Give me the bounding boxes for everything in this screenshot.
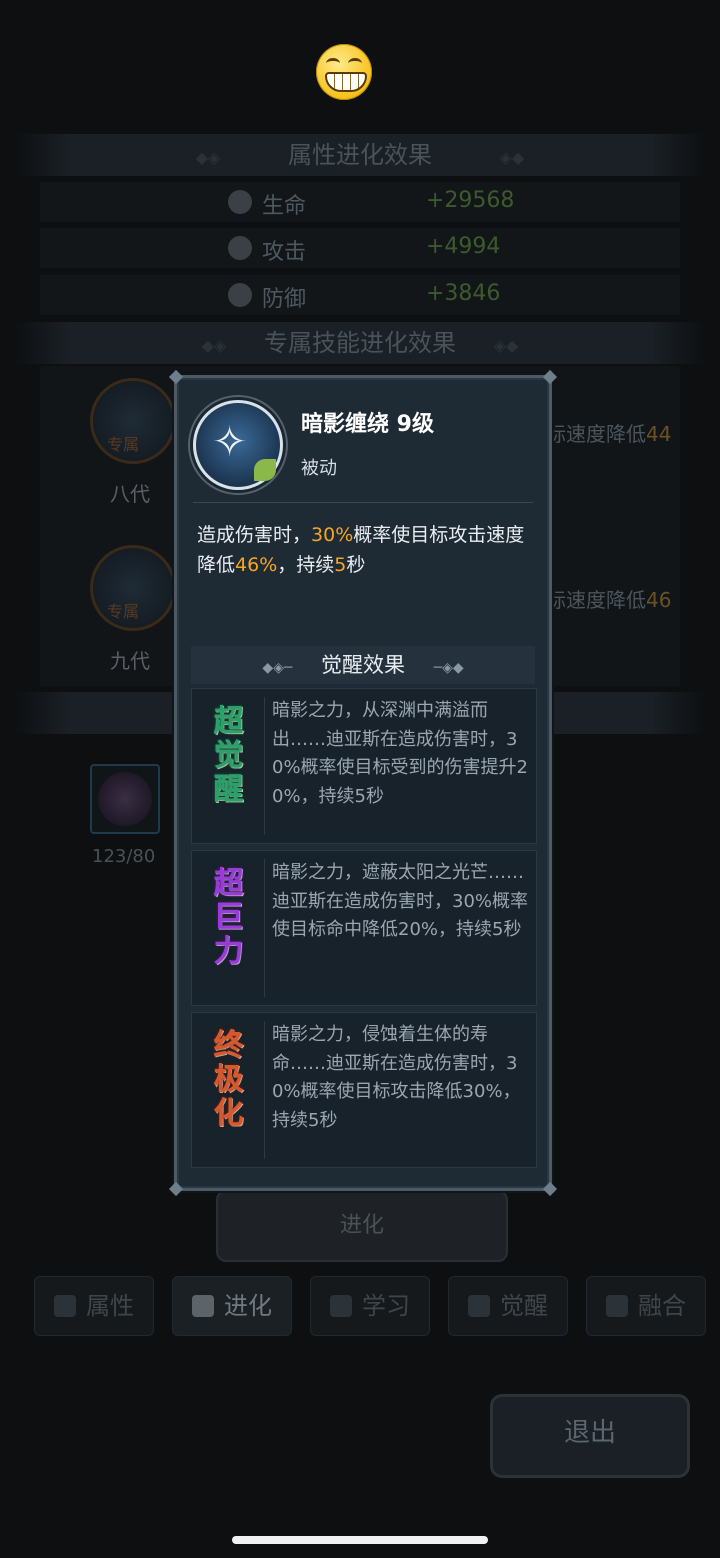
gen-label: 八代 (110, 482, 150, 506)
evolve-arrow-icon (192, 1295, 214, 1317)
awaken-badge: 终极化 (213, 1028, 244, 1131)
skill-name: 暗影缠绕 9级 (301, 412, 434, 437)
tab-attributes[interactable]: 属性 (34, 1276, 154, 1336)
awaken-badge: 超巨力 (213, 866, 244, 969)
stat-row-defense: 防御 +3846 (40, 275, 680, 315)
exit-button[interactable]: 退出 (490, 1394, 690, 1478)
stat-label: 攻击 (262, 240, 307, 265)
awaken-effect-header: ◆◈─ 觉醒效果 ─◈◆ (191, 646, 535, 684)
skill-row-text: 标速度降低44 (546, 422, 672, 446)
stat-label: 生命 (262, 194, 307, 219)
awaken-wolf-icon (468, 1295, 490, 1317)
tab-evolve[interactable]: 进化 (172, 1276, 292, 1336)
material-icon (98, 772, 152, 826)
awaken-badge: 超觉醒 (213, 704, 244, 807)
evolve-button[interactable]: 进化 (216, 1190, 508, 1262)
divider (193, 502, 533, 503)
wolf-icon: ✧ (212, 417, 248, 466)
awaken-item-ultimate: 终极化 暗影之力，侵蚀着生体的寿命……迪亚斯在造成伤害时，30%概率使目标攻击降… (191, 1012, 537, 1168)
tab-awaken[interactable]: 觉醒 (448, 1276, 568, 1336)
material-count: 123/80 (92, 846, 156, 867)
awaken-text: 暗影之力，从深渊中满溢而出……迪亚斯在造成伤害时，30%概率使目标受到的伤害提升… (272, 700, 529, 807)
tab-fusion[interactable]: 融合 (586, 1276, 706, 1336)
tab-learn[interactable]: 学习 (310, 1276, 430, 1336)
stat-value: +3846 (426, 281, 501, 306)
awaken-item-super-awaken: 超觉醒 暗影之力，从深渊中满溢而出……迪亚斯在造成伤害时，30%概率使目标受到的… (191, 688, 537, 844)
skill-section-title-banner: ◆◈ 专属技能进化效果 ◈◆ (14, 322, 706, 364)
fusion-icon (606, 1295, 628, 1317)
skill-type: 被动 (301, 458, 337, 479)
skill-row-text: 标速度降低46 (546, 588, 672, 612)
skill-icon-gen8[interactable]: 专属 (90, 378, 176, 464)
grinning-face-icon (316, 44, 372, 100)
shield-icon (228, 283, 252, 307)
stat-row-hp: 生命 +29568 (40, 182, 680, 222)
attr-section-title: 属性进化效果 (288, 141, 432, 169)
skill-detail-popup: ✧ 暗影缠绕 9级 被动 造成伤害时，30%概率使目标攻击速度降低46%，持续5… (168, 369, 558, 1197)
gen-label: 九代 (110, 649, 150, 673)
stat-label: 防御 (262, 287, 307, 312)
leaf-icon (254, 459, 276, 481)
awaken-effect-title: 觉醒效果 (321, 653, 405, 677)
book-icon (330, 1295, 352, 1317)
stat-value: +4994 (426, 234, 501, 259)
skill-description: 造成伤害时，30%概率使目标攻击速度降低46%，持续5秒 (197, 524, 525, 576)
awaken-item-super-strength: 超巨力 暗影之力，遮蔽太阳之光芒……迪亚斯在造成伤害时，30%概率使目标命中降低… (191, 850, 537, 1006)
paw-icon (54, 1295, 76, 1317)
exclusive-tag: 专属 (107, 602, 140, 621)
home-indicator[interactable] (232, 1536, 488, 1544)
attack-heart-icon (228, 236, 252, 260)
exclusive-tag: 专属 (107, 435, 140, 454)
attr-section-title-banner: ◆◈ 属性进化效果 ◈◆ (14, 134, 706, 176)
stat-value: +29568 (426, 188, 515, 213)
skill-icon-gen9[interactable]: 专属 (90, 545, 176, 631)
heart-icon (228, 190, 252, 214)
material-item[interactable] (90, 764, 160, 834)
awaken-text: 暗影之力，遮蔽太阳之光芒……迪亚斯在造成伤害时，30%概率使目标命中降低20%，… (272, 862, 529, 940)
awaken-text: 暗影之力，侵蚀着生体的寿命……迪亚斯在造成伤害时，30%概率使目标攻击降低30%… (272, 1024, 521, 1131)
skill-icon: ✧ (193, 400, 283, 490)
skill-section-title: 专属技能进化效果 (264, 329, 456, 357)
stat-row-attack: 攻击 +4994 (40, 228, 680, 268)
